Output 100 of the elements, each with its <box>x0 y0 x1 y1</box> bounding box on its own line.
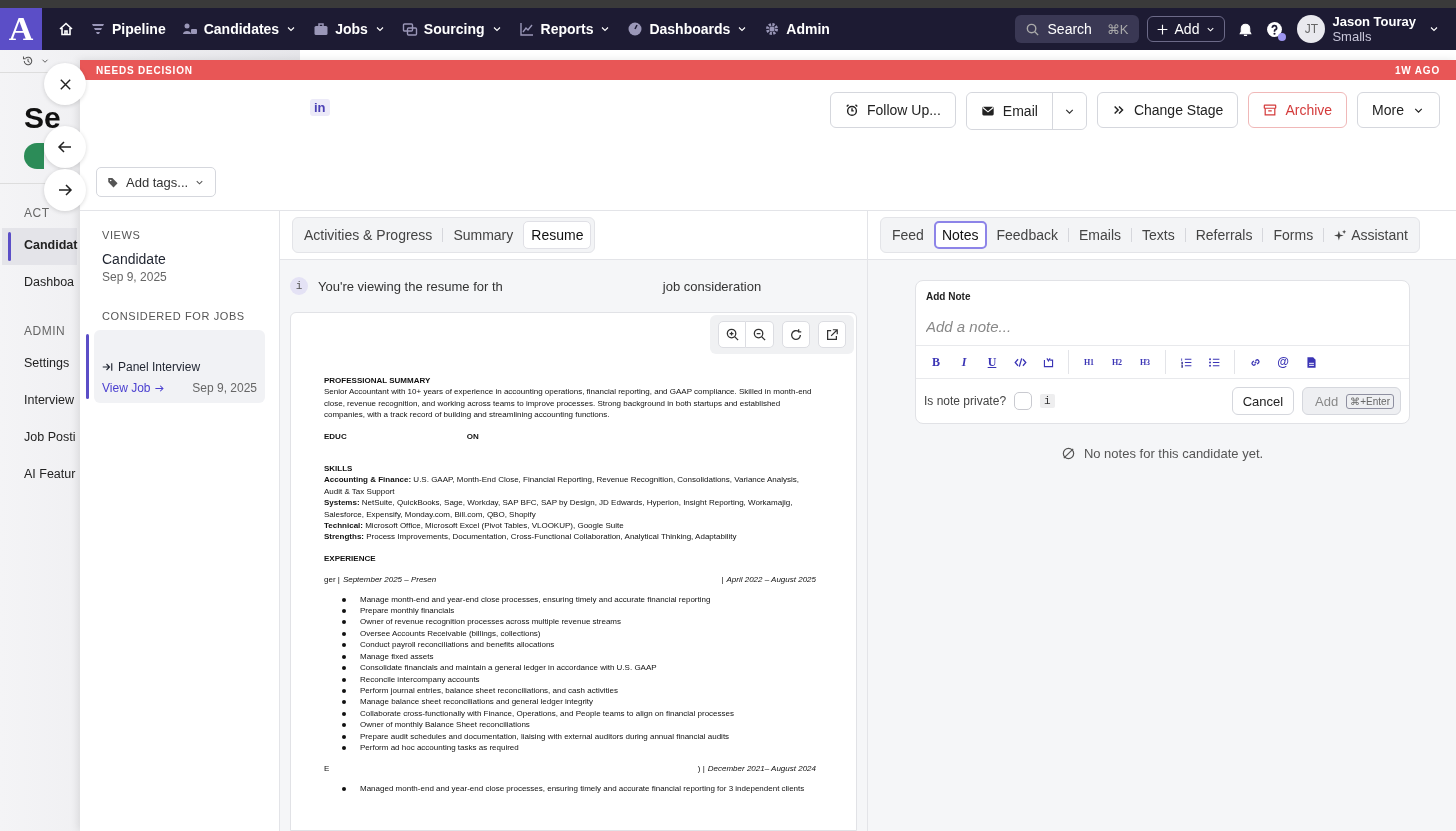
tab[interactable]: Assistant <box>1326 221 1416 249</box>
bullet-icon <box>342 711 346 716</box>
format-button[interactable]: H1 <box>1075 350 1103 374</box>
section-heading: CONSIDERED FOR JOBS <box>101 309 246 324</box>
windows-icon <box>401 21 418 37</box>
tab[interactable]: Texts <box>1134 221 1183 249</box>
format-button[interactable]: I <box>950 350 978 374</box>
format-button[interactable]: @ <box>1269 350 1297 374</box>
search-button[interactable]: Search ⌘K <box>1014 15 1139 43</box>
status-age: 1W AGO <box>1395 64 1440 76</box>
tab[interactable]: Summary <box>445 221 522 249</box>
nav-item[interactable]: Jobs <box>313 21 386 37</box>
job-card[interactable]: Panel Interview View Job Sep 9, 2025 <box>94 330 265 403</box>
resume-bullet: Manage fixed assets <box>360 650 434 663</box>
note-input[interactable]: Add a note... <box>916 302 1409 345</box>
sparkle-icon <box>1334 228 1348 242</box>
bullet-icon <box>342 734 346 739</box>
zoom-in-button[interactable] <box>718 321 746 348</box>
archive-button[interactable]: Archive <box>1248 92 1348 128</box>
tab[interactable]: Referrals <box>1187 221 1261 249</box>
plus-icon <box>1155 22 1169 36</box>
format-button[interactable]: B <box>922 350 950 374</box>
zoom-out-button[interactable] <box>746 321 774 348</box>
resume-bullet: Managed month-end and year-end close processes, ensuring timely and accurate financial reporting for 3 independent clients <box>360 782 805 795</box>
sidebar-item[interactable]: Dashboa <box>2 265 75 302</box>
home-icon <box>58 21 74 37</box>
tab[interactable]: Feedback <box>988 221 1066 249</box>
nav-item[interactable]: Pipeline <box>90 21 166 37</box>
settings-icon <box>764 21 781 37</box>
status-label: NEEDS DECISION <box>96 64 193 76</box>
add-button[interactable]: Add <box>1146 16 1226 42</box>
private-label: Is note private? <box>924 394 1007 408</box>
nav-item[interactable]: Dashboards <box>627 21 749 37</box>
bullet-icon <box>342 666 346 671</box>
help-icon <box>1266 20 1284 38</box>
search-icon <box>1024 21 1040 37</box>
resume-bullet: Perform ad hoc accounting tasks as required <box>360 741 519 754</box>
resume-bullet: Collaborate cross-functionally with Finance, Operations, and People teams to align on financial processes <box>360 707 734 720</box>
nav-item[interactable]: Sourcing <box>401 21 503 37</box>
open-external-button[interactable] <box>818 321 846 348</box>
sidebar-item[interactable]: Candidat <box>2 228 78 265</box>
resume-line: Systems: NetSuite, QuickBooks, Sage, Workday, SAP BFC, SAP by Design, JD Edwards, Hyperion, Insight Reporting, Workamajig, Salesforce, Expensify, Monday.com, Bill.com, QBO, Shopify <box>324 497 794 521</box>
app-logo[interactable]: A <box>0 8 42 50</box>
bullet-icon <box>342 654 346 659</box>
bullet-icon <box>342 688 346 693</box>
sidebar-item[interactable]: Job Posti <box>2 420 76 457</box>
resume-text: December 2021– August 2024 <box>707 763 816 775</box>
view-job-link[interactable]: View Job <box>102 381 166 395</box>
tab[interactable]: Feed <box>884 221 932 249</box>
format-button[interactable]: U <box>978 350 1006 374</box>
resume-bullet: Prepare audit schedules and documentation, liaising with external auditors during annual financial audits <box>360 730 730 742</box>
resume-heading: EXPERIENCE <box>324 552 377 565</box>
notice-text: job consideration <box>662 278 762 294</box>
info-icon: i <box>290 277 308 295</box>
resume-bullet: Manage month-end and year-end close processes, ensuring timely and accurate financial reporting <box>360 593 711 606</box>
resume-heading: EDUC <box>324 430 347 443</box>
resume-bullet: Owner of revenue recognition processes across multiple revenue streams <box>360 616 621 628</box>
resume-heading: ON <box>466 430 479 443</box>
tab[interactable]: Notes <box>933 221 987 249</box>
more-button[interactable]: More <box>1357 92 1440 128</box>
arrow-right-icon <box>154 382 166 394</box>
resume-text: ger | <box>324 574 340 586</box>
private-checkbox[interactable] <box>1014 392 1033 410</box>
format-button[interactable]: H2 <box>1103 350 1131 374</box>
resume-text: E <box>324 763 330 775</box>
user-avatar[interactable]: JT <box>1297 15 1326 43</box>
tab[interactable]: Activities & Progress <box>296 221 441 249</box>
history-icon <box>22 55 34 67</box>
sidebar-item[interactable]: Interview <box>2 383 75 420</box>
gauge-icon <box>627 21 644 37</box>
add-tags-dropdown[interactable]: Add tags... <box>96 167 217 197</box>
social-badge[interactable]: in <box>310 99 330 116</box>
resume-line: Technical: Microsoft Office, Microsoft Excel (Pivot Tables, VLOOKUP), Google Suite <box>324 520 625 532</box>
bullet-icon <box>342 643 346 648</box>
follow-up-button[interactable]: Follow Up... <box>829 92 956 128</box>
tag-icon <box>107 175 120 189</box>
home-button[interactable] <box>58 21 74 37</box>
status-pill[interactable] <box>24 143 44 169</box>
format-button[interactable]: H3 <box>1131 350 1159 374</box>
nav-item[interactable]: Candidates <box>181 21 298 37</box>
sidebar-item[interactable]: Settings <box>2 346 70 383</box>
tab[interactable]: Emails <box>1071 221 1129 249</box>
zoom-out-icon <box>752 327 767 342</box>
change-stage-button[interactable]: Change Stage <box>1096 92 1239 128</box>
tab[interactable]: Resume <box>523 221 592 249</box>
user-team: Smalls <box>1332 29 1373 44</box>
nav-item[interactable]: Reports <box>518 21 612 37</box>
nav-item[interactable]: Admin <box>764 21 830 37</box>
view-date: Sep 9, 2025 <box>102 270 168 284</box>
page-title: Se <box>24 101 61 135</box>
bullet-list-icon <box>1207 355 1221 369</box>
info-icon[interactable]: i <box>1040 394 1055 408</box>
resume-heading: SKILLS <box>324 463 354 475</box>
bullet-icon <box>342 631 346 636</box>
view-title[interactable]: Candidate <box>102 251 257 267</box>
envelope-icon <box>980 104 995 118</box>
sidebar-item[interactable]: AI Featur <box>2 457 76 494</box>
tab[interactable]: Forms <box>1265 221 1322 249</box>
cancel-button[interactable]: Cancel <box>1231 387 1295 415</box>
rotate-button[interactable] <box>782 321 810 348</box>
